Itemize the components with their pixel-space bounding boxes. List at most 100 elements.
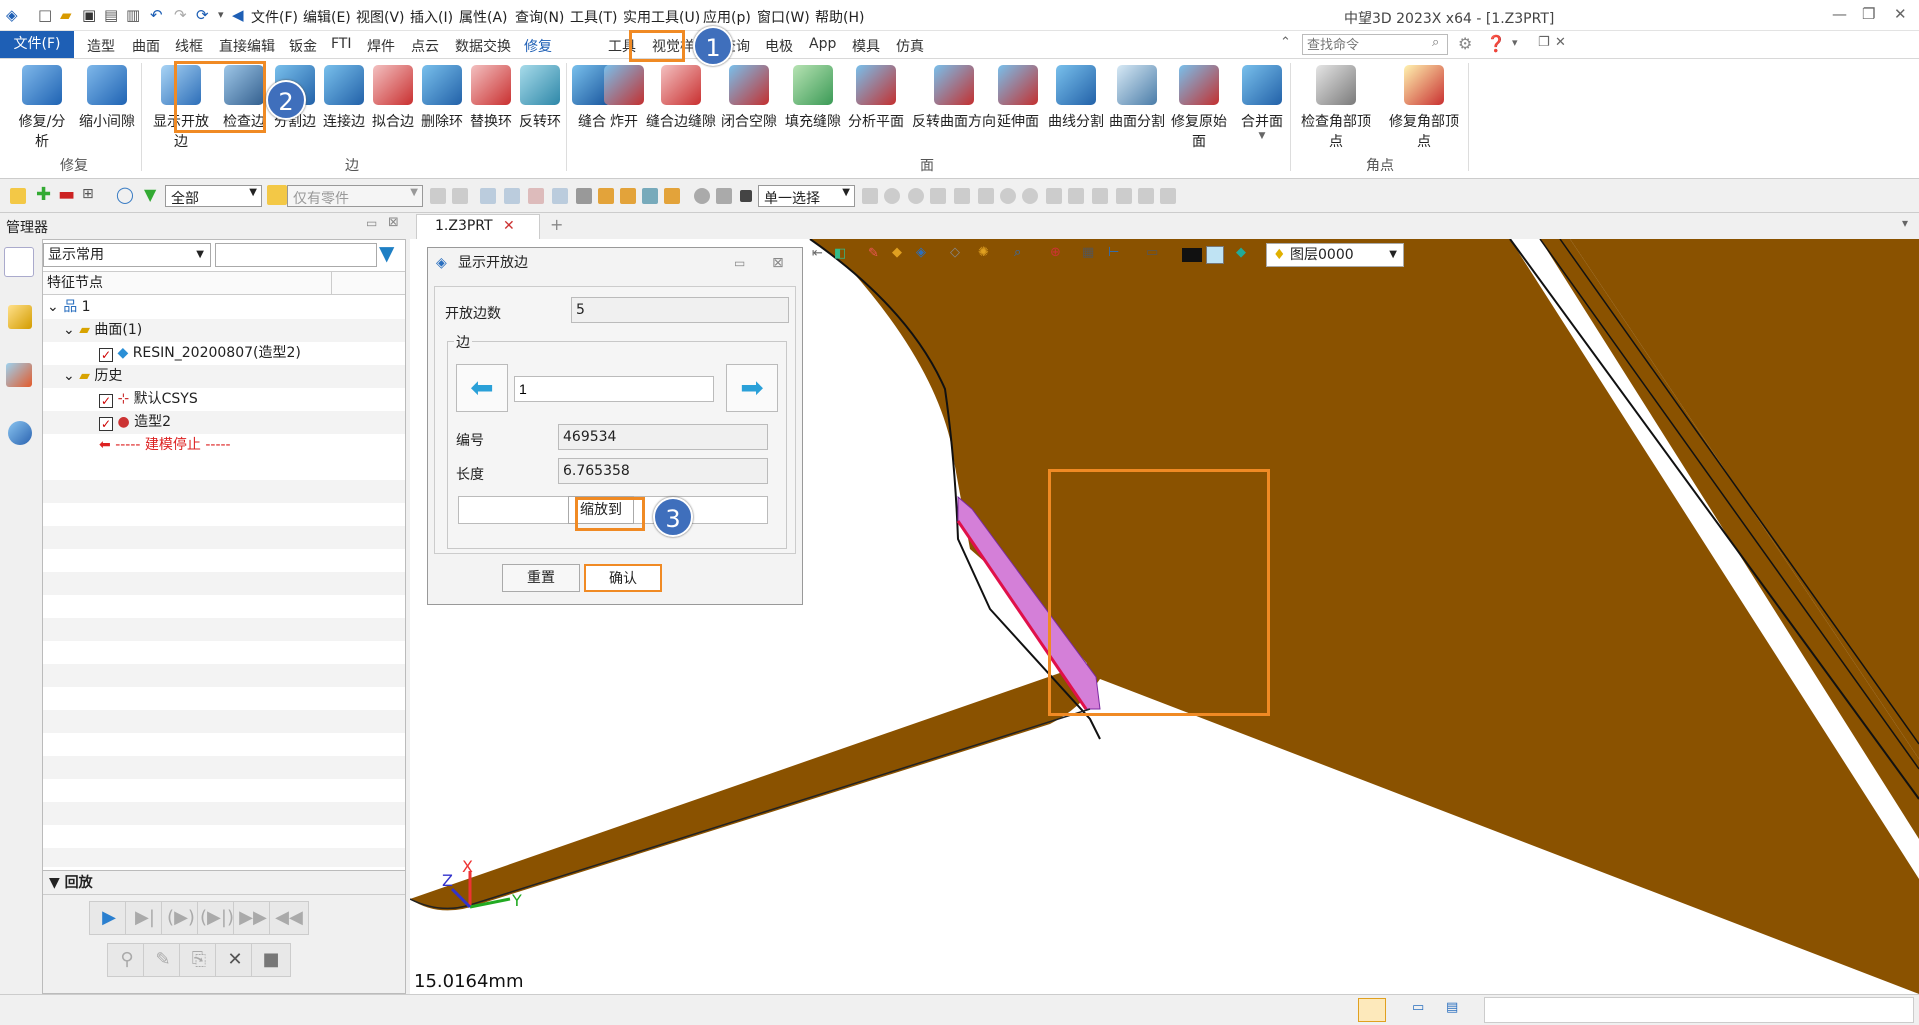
view-manager-tab-icon[interactable] xyxy=(6,363,32,387)
play-to-next-button[interactable]: (▶) xyxy=(161,901,201,935)
tab-file[interactable]: 文件(F) xyxy=(0,31,74,58)
tab-simulation[interactable]: 仿真 xyxy=(896,36,924,56)
dialog-pin-icon[interactable]: ▭ xyxy=(734,248,745,278)
replace-loop-button[interactable]: 替换环 xyxy=(467,65,515,131)
status-display-icon[interactable]: ▭ xyxy=(1412,1000,1424,1015)
new-file-icon[interactable]: □ xyxy=(38,6,52,24)
funnel-filter-icon[interactable]: ▼ xyxy=(379,243,394,263)
new-tab-icon[interactable]: + xyxy=(550,215,563,234)
tab-list-icon[interactable]: ▾ xyxy=(1902,216,1908,230)
tab-repair[interactable]: 修复 xyxy=(524,36,552,56)
repair-corner-vertex-button[interactable]: 修复角部顶点 xyxy=(1384,65,1464,151)
tree-node-surfaces[interactable]: ⌄ ▰ 曲面(1) xyxy=(43,319,405,342)
background-black-swatch[interactable] xyxy=(1182,248,1202,262)
menu-view[interactable]: 视图(V) xyxy=(356,7,405,27)
replay-header[interactable]: ▼ 回放 xyxy=(43,871,405,895)
step-forward-button[interactable]: ▶| xyxy=(125,901,165,935)
undo-icon[interactable]: ↶ xyxy=(150,6,163,24)
status-tree-icon[interactable] xyxy=(1358,998,1386,1022)
background-color-swatch[interactable] xyxy=(1206,246,1224,264)
view-cube-icon[interactable]: ◈ xyxy=(916,245,926,260)
collapse-arrow-icon[interactable]: ◀ xyxy=(232,6,244,24)
add-icon[interactable]: ✚ xyxy=(36,184,52,205)
check-corner-vertex-button[interactable]: 检查角部顶点 xyxy=(1296,65,1376,151)
print-icon[interactable]: ▤ xyxy=(104,6,118,24)
command-search-input[interactable] xyxy=(1302,34,1448,55)
restore-original-face-button[interactable]: 修复原始面 xyxy=(1168,65,1230,151)
help-dropdown-icon[interactable]: ▾ xyxy=(1512,36,1518,49)
eraser-icon[interactable]: ✎ xyxy=(868,246,879,261)
merge-faces-dropdown-icon[interactable]: ▼ xyxy=(1238,131,1286,141)
tool-icon[interactable] xyxy=(1022,188,1038,204)
minimize-icon[interactable]: — xyxy=(1832,5,1847,23)
close-icon[interactable]: ✕ xyxy=(1894,5,1907,23)
tool-icon[interactable] xyxy=(642,188,658,204)
join-edge-button[interactable]: 连接边 xyxy=(320,65,368,131)
app-logo-icon[interactable]: ◈ xyxy=(6,6,18,24)
doc-restore-icon[interactable]: ❐ xyxy=(1538,35,1550,50)
tab-sheet-metal[interactable]: 钣金 xyxy=(289,36,317,56)
rewind-button[interactable]: ◀◀ xyxy=(269,901,309,935)
visibility-checkbox[interactable]: ✓ xyxy=(99,348,113,362)
pin-icon[interactable]: ▭ xyxy=(366,216,377,230)
section-icon[interactable]: ▦ xyxy=(1082,245,1094,260)
redo-icon[interactable]: ↷ xyxy=(174,6,187,24)
fit-edge-button[interactable]: 拟合边 xyxy=(369,65,417,131)
extend-face-button[interactable]: 延伸面 xyxy=(994,65,1042,131)
show-open-edges-button[interactable]: 显示开放边 xyxy=(148,65,214,151)
tool-icon[interactable] xyxy=(664,188,680,204)
merge-faces-button[interactable]: 合并面 ▼ xyxy=(1238,65,1286,141)
doc-tab-1z3prt[interactable]: 1.Z3PRT ✕ xyxy=(416,214,540,239)
menu-tools[interactable]: 工具(T) xyxy=(570,7,617,27)
repair-analyze-button[interactable]: 修复/分析 xyxy=(12,65,72,151)
fill-gap-button[interactable]: 填充缝隙 xyxy=(782,65,844,131)
play-button[interactable]: ▶ xyxy=(89,901,129,935)
tab-point-cloud[interactable]: 点云 xyxy=(411,36,439,56)
tab-modeling[interactable]: 造型 xyxy=(87,36,115,56)
tool-icon[interactable] xyxy=(552,188,568,204)
part-filter-select[interactable]: 仅有零件 ▼ xyxy=(287,185,423,207)
tool-icon[interactable] xyxy=(954,188,970,204)
render-mode-icon[interactable]: ✺ xyxy=(978,245,989,260)
curve-split-button[interactable]: 曲线分割 xyxy=(1044,65,1108,131)
menu-properties[interactable]: 属性(A) xyxy=(459,7,508,27)
reverse-face-direction-button[interactable]: 反转曲面方向 xyxy=(908,65,1000,131)
menu-insert[interactable]: 插入(I) xyxy=(410,7,453,27)
ok-button[interactable]: 确认 xyxy=(584,564,662,592)
tool-icon[interactable] xyxy=(598,188,614,204)
collapse-ribbon-icon[interactable]: ⌃ xyxy=(1280,35,1291,50)
explode-button[interactable]: 炸开 xyxy=(604,65,644,131)
tool-icon[interactable] xyxy=(452,188,468,204)
reset-button[interactable]: 重置 xyxy=(502,564,580,592)
edit-pencil-button[interactable]: ✎ xyxy=(143,943,183,977)
tool-icon[interactable] xyxy=(504,188,520,204)
tab-weldment[interactable]: 焊件 xyxy=(367,36,395,56)
tab-mold[interactable]: 模具 xyxy=(852,36,880,56)
tab-tools[interactable]: 工具 xyxy=(608,36,636,56)
rollback-arrow-icon[interactable]: ⬅ xyxy=(99,437,111,453)
tool-icon[interactable] xyxy=(528,188,544,204)
zoom-icon[interactable]: ⌕ xyxy=(1014,245,1021,260)
stop-button[interactable]: ■ xyxy=(251,943,291,977)
tool-icon[interactable] xyxy=(1116,188,1132,204)
surface-split-button[interactable]: 曲面分割 xyxy=(1106,65,1168,131)
tab-electrode[interactable]: 电极 xyxy=(765,36,793,56)
tool-icon[interactable] xyxy=(1160,188,1176,204)
filter-select[interactable]: 全部 ▼ xyxy=(165,185,262,207)
expand-arrow-icon[interactable]: ⌄ xyxy=(63,322,75,338)
collapse-arrow-icon[interactable]: ▼ xyxy=(49,875,60,891)
customize-dropdown-icon[interactable]: ▾ xyxy=(218,6,224,24)
tool-icon[interactable] xyxy=(978,188,994,204)
delete-button[interactable]: ✕ xyxy=(215,943,255,977)
tab-app[interactable]: App xyxy=(809,36,836,52)
user-tab-icon[interactable] xyxy=(8,421,32,445)
close-panel-icon[interactable]: ⊠ xyxy=(388,215,399,230)
visibility-checkbox[interactable]: ✓ xyxy=(99,417,113,431)
edge-index-input[interactable] xyxy=(514,376,714,402)
tab-data-exchange[interactable]: 数据交换 xyxy=(455,36,511,56)
wire-cube-icon[interactable]: ◇ xyxy=(950,245,960,260)
tree-node-shape2[interactable]: ✓ ● 造型2 xyxy=(43,411,405,434)
tool-icon[interactable] xyxy=(1000,188,1016,204)
print-preview-icon[interactable]: ▥ xyxy=(126,6,140,24)
pick-cursor-icon[interactable] xyxy=(10,188,26,204)
